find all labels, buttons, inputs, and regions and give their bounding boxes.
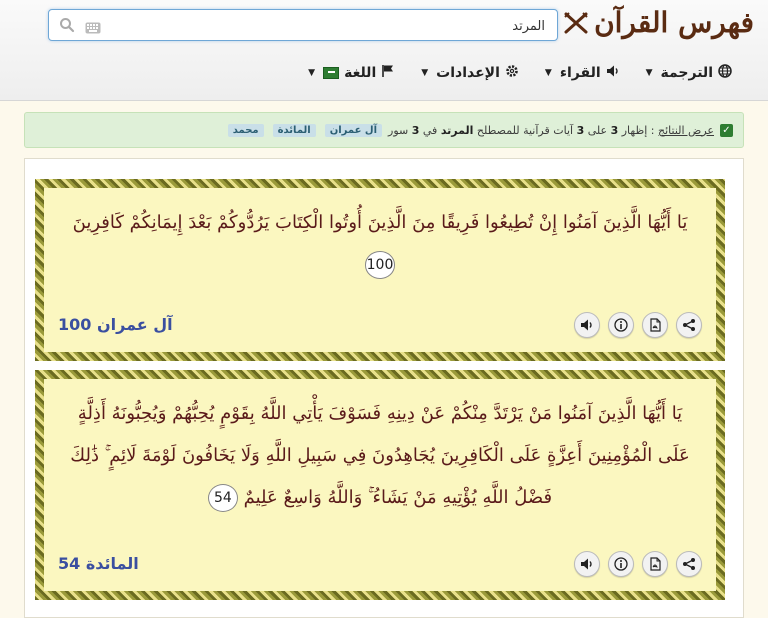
check-icon: ✓ [720,123,733,137]
brand-logo[interactable]: فهرس القرآن [564,6,754,39]
brand-title: فهرس القرآن [594,6,754,39]
nav-settings-label: الإعدادات [436,65,500,81]
search-box [48,9,558,41]
verse-reference[interactable]: آل عمران 100 [58,315,173,334]
info-icon[interactable] [608,312,634,338]
nav-reciters[interactable]: القراء ▼ [545,64,620,82]
search-icon[interactable] [59,17,75,37]
surah-chip[interactable]: آل عمران [324,123,383,137]
gear-icon [505,64,519,82]
search-input[interactable] [123,16,547,36]
app-header: فهرس القرآن الترجمة ▼ القراء ▼ الإعدادات… [0,0,768,101]
nav-settings[interactable]: الإعدادات ▼ [421,64,519,82]
keyboard-icon[interactable] [85,19,101,38]
share-icon[interactable] [676,551,702,577]
results-panel: يَا أَيُّهَا الَّذِينَ آمَنُوا إِنْ تُطِ… [24,158,744,618]
verse-text: يَا أَيُّهَا الَّذِينَ آمَنُوا إِنْ تُطِ… [44,188,716,286]
verse-footer: المائدة 54 [44,551,716,579]
nav-translation-label: الترجمة [660,65,713,81]
audio-icon[interactable] [574,312,600,338]
share-icon[interactable] [676,312,702,338]
results-banner: ✓ عرض النتائج : إظهار 3 على 3 آيات قرآني… [24,112,744,148]
verse-reference[interactable]: المائدة 54 [58,554,139,573]
audio-icon[interactable] [574,551,600,577]
verse-card: يَا أَيُّهَا الَّذِينَ آمَنُوا إِنْ تُطِ… [35,179,725,361]
info-icon[interactable] [608,551,634,577]
nav-language[interactable]: اللغة ▼ [308,64,395,82]
ayah-number: 100 [364,251,396,279]
verse-card: يَا أَيُّهَا الَّذِينَ آمَنُوا مَنْ يَرْ… [35,370,725,600]
verse-actions [574,551,702,577]
banner-text: عرض النتائج : إظهار 3 على 3 آيات قرآنية … [388,123,714,137]
nav-language-label: اللغة [344,65,377,81]
caret-down-icon: ▼ [421,68,429,78]
caret-down-icon: ▼ [645,68,653,78]
surah-chip[interactable]: المائدة [272,123,316,137]
pdf-icon[interactable] [642,551,668,577]
nav-reciters-label: القراء [559,65,601,81]
main-nav: الترجمة ▼ القراء ▼ الإعدادات ▼ اللغة ▼ [308,64,732,82]
caret-down-icon: ▼ [544,68,552,78]
flag-icon [381,64,395,82]
nav-translation[interactable]: الترجمة ▼ [646,64,732,82]
verse-text: يَا أَيُّهَا الَّذِينَ آمَنُوا مَنْ يَرْ… [44,379,716,519]
ayah-number: 54 [207,484,238,512]
crossed-swords-icon [564,11,588,34]
pdf-icon[interactable] [642,312,668,338]
verse-footer: آل عمران 100 [44,312,716,340]
search-term: المرتد [440,123,474,137]
globe-icon [718,64,732,82]
caret-down-icon: ▼ [308,68,316,78]
saudi-flag-icon [323,67,340,79]
speaker-icon [606,64,620,82]
results-link[interactable]: عرض النتائج [658,124,714,137]
verse-actions [574,312,702,338]
surah-chip[interactable]: محمد [227,123,264,137]
